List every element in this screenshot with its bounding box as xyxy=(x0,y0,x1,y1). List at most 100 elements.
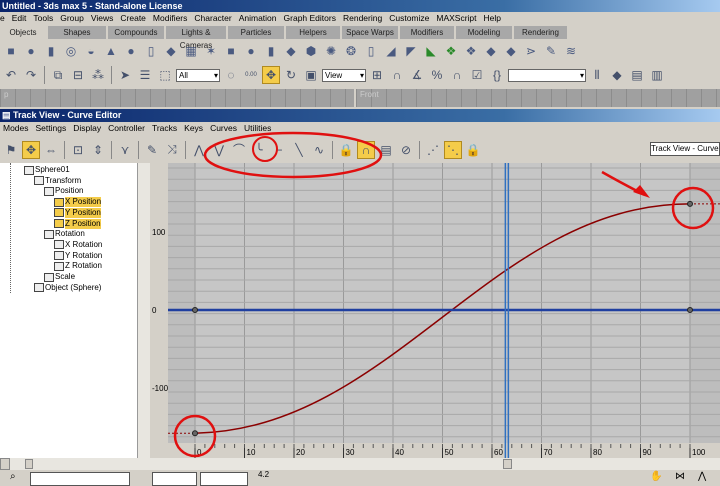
window-crossing-icon[interactable]: ◌ xyxy=(222,66,240,84)
selected-track-field[interactable] xyxy=(30,472,130,486)
parameter-curve-oor-icon[interactable]: ▤ xyxy=(377,141,395,159)
oiltank-icon[interactable]: ▮ xyxy=(262,42,280,60)
tab-rendering[interactable]: Rendering xyxy=(514,26,569,39)
spring-icon[interactable]: ≋ xyxy=(562,42,580,60)
menu-item-graph-editors[interactable]: Graph Editors xyxy=(284,12,336,25)
edit-named-sel-icon[interactable]: ☑ xyxy=(468,66,486,84)
slide-keys-icon[interactable]: ⇔ xyxy=(42,141,60,159)
pyramid-icon[interactable]: ◆ xyxy=(162,42,180,60)
chamfercyl-icon[interactable]: ● xyxy=(242,42,260,60)
tree-item[interactable]: Rotation xyxy=(44,229,85,239)
tangent-custom-icon[interactable]: ⋁ xyxy=(210,141,228,159)
pivot-icon[interactable]: ⊞ xyxy=(368,66,386,84)
cone-icon[interactable]: ▲ xyxy=(102,42,120,60)
bone-icon[interactable]: ✎ xyxy=(542,42,560,60)
rotate-icon[interactable]: ↻ xyxy=(282,66,300,84)
tree-item[interactable]: X Position xyxy=(54,197,102,208)
select-by-name-icon[interactable]: ☰ xyxy=(136,66,154,84)
zoom-search-icon[interactable]: ⌕ xyxy=(10,471,16,482)
add-keys-icon[interactable]: ⋎ xyxy=(116,141,134,159)
scale-keys-icon[interactable]: ⊡ xyxy=(69,141,87,159)
spinner-snap-icon[interactable]: 0.00 xyxy=(242,66,260,84)
show-all-tangents-icon[interactable]: ⋰ xyxy=(424,141,442,159)
menu-item-tools[interactable]: Tools xyxy=(33,12,53,25)
teapot-icon[interactable]: ◒ xyxy=(82,42,100,60)
scroll-left-button[interactable] xyxy=(0,458,10,470)
trackview-menu-item-display[interactable]: Display xyxy=(73,122,101,135)
tab-modifiers[interactable]: Modifiers xyxy=(400,26,456,39)
prism-icon[interactable]: ◣ xyxy=(422,42,440,60)
trackview-menu-item-curves[interactable]: Curves xyxy=(210,122,237,135)
trackview-menu-item-controller[interactable]: Controller xyxy=(108,122,145,135)
show-keyable-icon[interactable]: ⊘ xyxy=(397,141,415,159)
trackview-name-field[interactable]: Track View - Curve E xyxy=(650,142,720,156)
curve-graph[interactable]: 0 10 20 30 40 50 60 70 80 90 100 100 0 -100 xyxy=(150,163,720,458)
menu-item-customize[interactable]: Customize xyxy=(389,12,429,25)
menu-item-create[interactable]: Create xyxy=(120,12,146,25)
filters-icon[interactable]: ⚑ xyxy=(2,141,20,159)
menu-item-character[interactable]: Character xyxy=(194,12,231,25)
bind-spacewarp-icon[interactable]: ⁂ xyxy=(89,66,107,84)
lext-icon[interactable]: ◢ xyxy=(382,42,400,60)
mirror-icon[interactable]: ⫴ xyxy=(588,66,606,84)
key-point[interactable] xyxy=(687,307,693,313)
tree-item[interactable]: Y Position xyxy=(54,207,101,218)
spindle-icon[interactable]: ◆ xyxy=(282,42,300,60)
morph-icon[interactable]: ◆ xyxy=(502,42,520,60)
trackview-menu-item-tracks[interactable]: Tracks xyxy=(152,122,177,135)
lock-tangents-icon[interactable]: 🔒 xyxy=(464,141,482,159)
geosphere-icon[interactable]: ● xyxy=(122,42,140,60)
tree-item[interactable]: Object (Sphere) xyxy=(34,283,101,293)
tab-objects[interactable]: Objects xyxy=(0,26,48,39)
capsule-icon[interactable]: ▯ xyxy=(362,42,380,60)
pan-icon[interactable]: ✋ xyxy=(650,471,662,482)
cylinder-icon[interactable]: ▮ xyxy=(42,42,60,60)
torus-icon[interactable]: ◎ xyxy=(62,42,80,60)
tree-item[interactable]: Transform xyxy=(34,176,81,186)
region-select-icon[interactable]: ⬚ xyxy=(156,66,174,84)
tab-shapes[interactable]: Shapes xyxy=(48,26,108,39)
tangent-slow-icon[interactable]: ╰ xyxy=(250,141,268,159)
plane-icon[interactable]: ▦ xyxy=(182,42,200,60)
menu-item-e[interactable]: e xyxy=(0,12,5,25)
hedra-icon[interactable]: ✶ xyxy=(202,42,220,60)
value-field[interactable] xyxy=(200,472,248,486)
cext-icon[interactable]: ◤ xyxy=(402,42,420,60)
tangent-step-icon[interactable]: ⌐ xyxy=(270,141,288,159)
move-icon[interactable]: ✥ xyxy=(262,66,280,84)
tangent-smooth-icon[interactable]: ∿ xyxy=(310,141,328,159)
percent-snap-icon[interactable]: % xyxy=(428,66,446,84)
tangent-auto-icon[interactable]: ⋀ xyxy=(190,141,208,159)
tree-vertical-scrollbar[interactable] xyxy=(137,163,150,458)
menu-item-views[interactable]: Views xyxy=(91,12,114,25)
trackview-menu-item-settings[interactable]: Settings xyxy=(36,122,67,135)
move-keys-icon[interactable]: ✥ xyxy=(22,140,40,159)
tab-lights-cameras[interactable]: Lights & Cameras xyxy=(166,26,228,50)
viewport-left[interactable]: p xyxy=(0,89,354,107)
box-icon[interactable]: ■ xyxy=(2,42,20,60)
menu-item-rendering[interactable]: Rendering xyxy=(343,12,382,25)
align-icon[interactable]: ◆ xyxy=(608,66,626,84)
tab-helpers[interactable]: Helpers xyxy=(286,26,342,39)
tab-particles[interactable]: Particles xyxy=(228,26,286,39)
connect-icon[interactable]: ⋗ xyxy=(522,42,540,60)
viewport-front[interactable]: Front xyxy=(356,89,720,107)
spinner-snap-toggle-icon[interactable]: ∩ xyxy=(448,66,466,84)
tree-item[interactable]: Position xyxy=(44,186,83,196)
tangent-fast-icon[interactable]: ⌒ xyxy=(230,141,248,159)
angle-snap-icon[interactable]: ∡ xyxy=(408,66,426,84)
snap-frames-icon[interactable]: ∩ xyxy=(357,140,375,159)
tree-item[interactable]: Z Position xyxy=(54,218,101,229)
tab-compounds[interactable]: Compounds xyxy=(108,26,166,39)
selection-filter-dropdown[interactable]: All xyxy=(176,68,220,82)
key-point[interactable] xyxy=(192,430,198,437)
tab-modeling[interactable]: Modeling xyxy=(456,26,514,39)
menu-item-help[interactable]: Help xyxy=(484,12,501,25)
ref-coord-dropdown[interactable]: View xyxy=(322,68,366,82)
zoom-horizontal-icon[interactable]: ⋀ xyxy=(698,471,706,482)
trackview-menu-item-modes[interactable]: Modes xyxy=(3,122,29,135)
link-icon[interactable]: ⧉ xyxy=(49,66,67,84)
redo-icon[interactable]: ↷ xyxy=(22,66,40,84)
tube-icon[interactable]: ▯ xyxy=(142,42,160,60)
chamferbox-icon[interactable]: ■ xyxy=(222,42,240,60)
